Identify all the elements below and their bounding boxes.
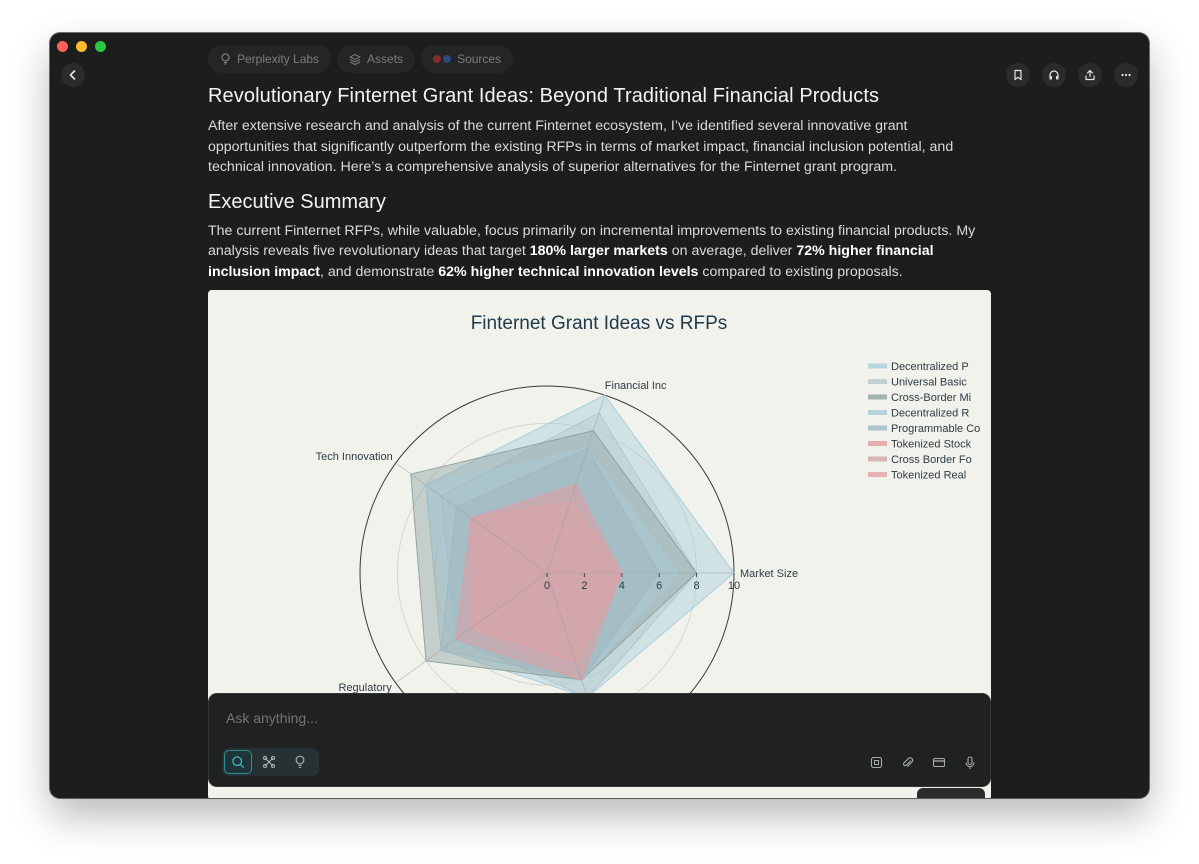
legend-label: Universal Basic — [891, 377, 967, 389]
lightbulb-icon — [221, 53, 230, 65]
summary-highlight: 180% larger markets — [529, 243, 668, 259]
legend-swatch — [868, 363, 887, 369]
legend-label: Cross Border Fo — [891, 454, 972, 466]
close-window-button[interactable] — [57, 41, 68, 52]
answer-content: Revolutionary Finternet Grant Ideas: Bey… — [208, 85, 992, 282]
legend-swatch — [868, 410, 887, 415]
axis-label: Market Size — [740, 568, 798, 580]
source-favicon-icon — [443, 55, 452, 63]
model-selector-button[interactable] — [868, 754, 885, 771]
search-mode-toggle — [222, 748, 319, 776]
chevron-left-icon — [69, 70, 76, 80]
ellipsis-icon — [1121, 73, 1131, 77]
legend-swatch — [868, 394, 887, 400]
legend-label: Decentralized R — [891, 408, 969, 420]
labs-mode-button[interactable] — [286, 750, 314, 774]
research-icon — [262, 755, 276, 769]
legend-swatch — [868, 441, 887, 446]
summary-text: , and demonstrate — [319, 263, 439, 280]
more-options-button[interactable] — [1114, 63, 1138, 87]
ask-tools — [868, 754, 978, 771]
research-mode-button[interactable] — [255, 750, 283, 774]
app-window: Perplexity Labs Assets Sources Revolutio… — [50, 33, 1149, 798]
legend-swatch — [868, 456, 887, 462]
voice-input-button[interactable] — [961, 754, 978, 771]
window-controls — [57, 41, 106, 52]
attach-button[interactable] — [899, 754, 916, 771]
section-heading: Executive Summary — [208, 190, 386, 213]
search-icon — [232, 756, 244, 768]
legend-label: Cross-Border Mi — [891, 392, 971, 404]
scroll-indicator — [917, 788, 985, 798]
summary-highlight: 62% higher technical innovation levels — [438, 263, 699, 280]
source-favicon-icon — [433, 55, 442, 63]
ask-box — [208, 693, 991, 787]
legend-label: Tokenized Real — [891, 470, 966, 482]
share-icon — [1085, 69, 1095, 81]
radial-tick-label: 4 — [619, 580, 625, 592]
search-mode-button[interactable] — [224, 750, 253, 774]
tab-assets[interactable]: Assets — [337, 45, 416, 73]
listen-button[interactable] — [1042, 63, 1066, 87]
tab-label: Assets — [367, 52, 404, 66]
zoom-window-button[interactable] — [95, 41, 106, 52]
lightbulb-icon — [295, 755, 305, 769]
summary-text: on average, deliver — [667, 243, 797, 259]
ask-input[interactable] — [226, 710, 826, 726]
radial-tick-label: 6 — [656, 580, 662, 592]
executive-summary-paragraph: The current Finternet RFPs, while valuab… — [208, 221, 992, 283]
thread-tabs: Perplexity Labs Assets Sources — [208, 45, 514, 73]
axis-label: Tech Innovation — [316, 451, 393, 463]
tab-label: Perplexity Labs — [237, 52, 320, 66]
legend-swatch — [868, 379, 887, 384]
legend-swatch — [868, 425, 887, 431]
radial-tick-label: 8 — [694, 580, 700, 592]
legend-swatch — [868, 472, 887, 477]
axis-label: Financial Inc — [605, 380, 667, 392]
radial-tick-label: 2 — [581, 580, 587, 592]
bookmark-button[interactable] — [1006, 63, 1030, 87]
tab-label: Sources — [457, 52, 502, 66]
payment-button[interactable] — [930, 754, 947, 771]
headphones-icon — [1049, 70, 1059, 80]
credit-card-icon — [932, 757, 945, 768]
legend-label: Programmable Co — [891, 423, 980, 435]
summary-text: compared to existing proposals. — [698, 263, 903, 280]
thread-actions — [1006, 63, 1138, 87]
layers-icon — [349, 53, 362, 65]
tab-perplexity-labs[interactable]: Perplexity Labs — [208, 45, 332, 73]
radial-tick-label: 0 — [544, 580, 550, 592]
article-title: Revolutionary Finternet Grant Ideas: Bey… — [208, 85, 880, 107]
legend-label: Decentralized P — [891, 361, 969, 373]
chart-title: Finternet Grant Ideas vs RFPs — [471, 313, 728, 334]
back-button[interactable] — [61, 63, 85, 87]
intro-paragraph: After extensive research and analysis of… — [208, 118, 954, 175]
paperclip-icon — [903, 757, 914, 767]
minimize-window-button[interactable] — [76, 41, 87, 52]
radial-tick-label: 10 — [728, 580, 740, 592]
microphone-icon — [964, 755, 975, 769]
legend-label: Tokenized Stock — [891, 439, 972, 451]
bookmark-icon — [1014, 69, 1022, 81]
cpu-icon — [870, 756, 883, 769]
tab-sources[interactable]: Sources — [421, 45, 514, 73]
share-button[interactable] — [1078, 63, 1102, 87]
